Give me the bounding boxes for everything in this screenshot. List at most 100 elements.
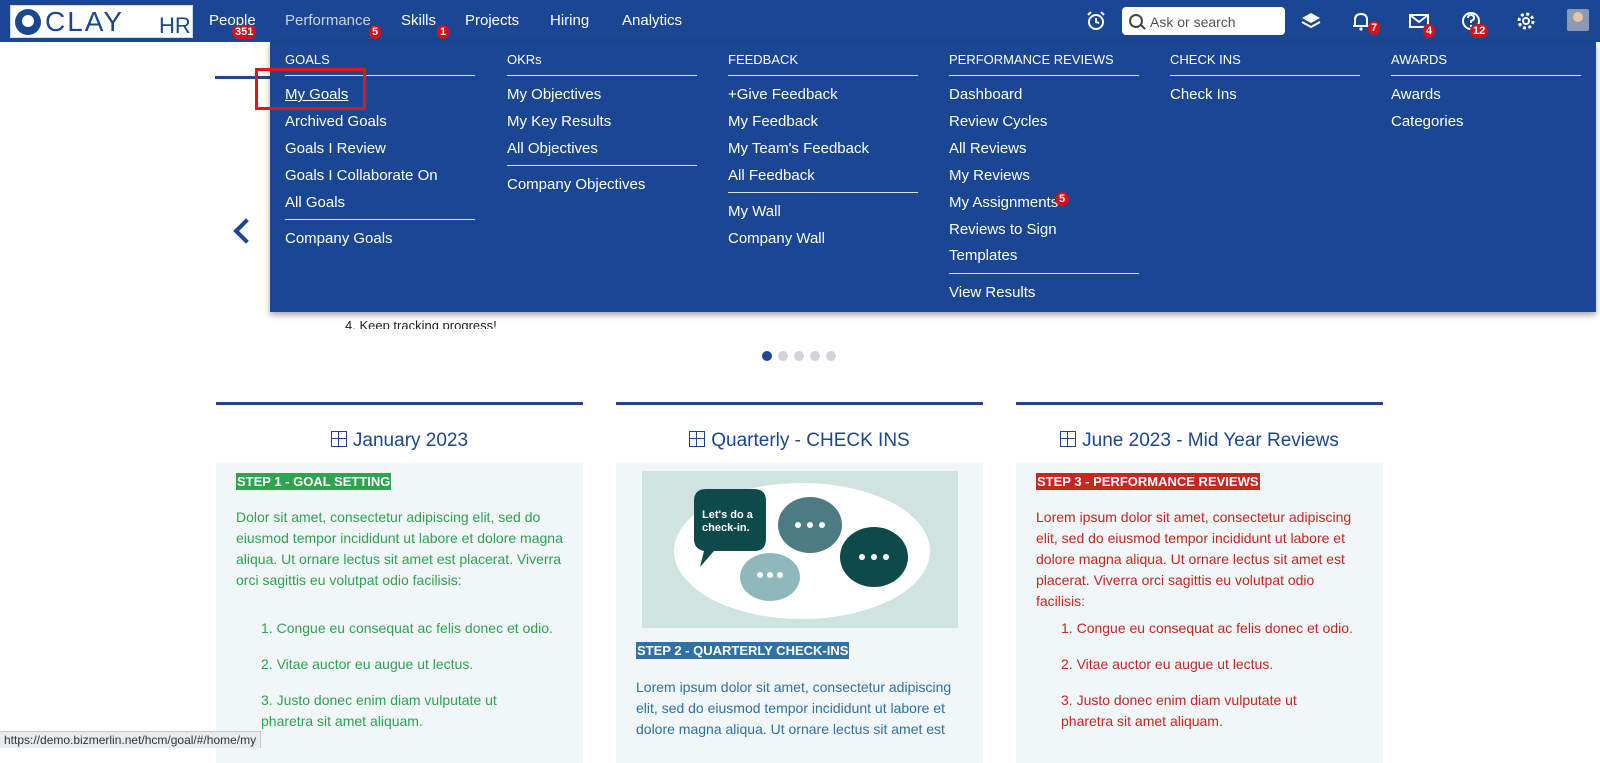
logo-mark-icon [15,9,41,35]
menu-divider [507,165,697,166]
card-body: STEP 1 - GOAL SETTING Dolor sit amet, co… [216,463,583,763]
card-title: January 2023 [216,430,583,452]
menu-item-my-wall[interactable]: My Wall [728,203,781,220]
menu-divider [728,75,918,76]
alarm-clock-icon[interactable] [1085,10,1107,32]
menu-item-awards[interactable]: Awards [1391,86,1441,103]
status-bar-url: https://demo.bizmerlin.net/hcm/goal/#/ho… [0,731,262,748]
menu-item-all-objectives[interactable]: All Objectives [507,140,598,157]
step-label: STEP 1 - GOAL SETTING [236,473,392,490]
menu-item-my-teams-feedback[interactable]: My Team's Feedback [728,140,869,157]
list-number: 1. [261,620,277,636]
menu-item-archived-goals[interactable]: Archived Goals [285,113,387,130]
menu-item-all-reviews[interactable]: All Reviews [949,140,1027,157]
menu-item-view-results[interactable]: View Results [949,284,1035,301]
card-january: January 2023 STEP 1 - GOAL SETTING Dolor… [216,402,583,763]
user-avatar[interactable] [1567,9,1589,31]
gear-icon[interactable] [1515,10,1537,32]
nav-skills[interactable]: Skills [401,12,436,29]
performance-mega-menu: GOALS My Goals Archived Goals Goals I Re… [270,42,1596,312]
card-title: June 2023 - Mid Year Reviews [1016,430,1383,452]
my-assignments-badge: 5 [1055,192,1070,206]
card-top-rule [216,402,583,405]
nav-analytics[interactable]: Analytics [622,12,682,29]
list-item: 2. Vitae auctor eu augue ut lectus. [261,654,561,675]
nav-people-badge: 351 [232,25,257,39]
menu-divider [1391,75,1581,76]
menu-item-all-feedback[interactable]: All Feedback [728,167,815,184]
list-item: 1. Congue eu consequat ac felis donec et… [261,618,561,639]
menu-item-reviews-to-sign[interactable]: Reviews to Sign [949,221,1057,238]
menu-item-my-assignments[interactable]: My Assignments [949,194,1058,211]
menu-item-company-wall[interactable]: Company Wall [728,230,825,247]
layers-icon[interactable] [1300,10,1322,32]
search-box [1122,7,1285,35]
check-in-illustration [642,471,958,628]
card-body: STEP 3 - PERFORMANCE REVIEWS Lorem ipsum… [1016,463,1383,763]
table-icon [689,431,706,447]
logo-text: CLAY [45,6,125,37]
nav-hiring[interactable]: Hiring [550,12,589,29]
card-paragraph: Dolor sit amet, consectetur adipiscing e… [236,509,563,588]
top-navigation-bar: CLAY HR People 351 Performance 5 Skills … [0,0,1600,42]
carousel-dot[interactable] [778,351,788,361]
menu-heading-check-ins: CHECK INS [1170,52,1241,67]
search-icon [1129,14,1143,28]
step-label: STEP 3 - PERFORMANCE REVIEWS [1036,473,1260,490]
carousel-peek-text: 4. Keep tracking progress! [345,318,497,329]
illustration-caption: Let's do a check-in. [702,509,753,534]
menu-item-dashboard[interactable]: Dashboard [949,86,1022,103]
card-title: Quarterly - CHECK INS [616,430,983,452]
list-number: 2. [1061,656,1077,672]
card-paragraph: Lorem ipsum dolor sit amet, consectetur … [636,679,952,737]
carousel-dot[interactable] [762,351,772,361]
list-number: 3. [1061,692,1077,708]
menu-item-my-feedback[interactable]: My Feedback [728,113,818,130]
menu-item-check-ins[interactable]: Check Ins [1170,86,1237,103]
menu-item-goals-i-review[interactable]: Goals I Review [285,140,386,157]
menu-item-goals-i-collaborate-on[interactable]: Goals I Collaborate On [285,167,438,184]
card-june: June 2023 - Mid Year Reviews STEP 3 - PE… [1016,402,1383,763]
menu-item-my-reviews[interactable]: My Reviews [949,167,1030,184]
help-badge: 12 [1470,24,1489,38]
step-label: STEP 2 - QUARTERLY CHECK-INS [636,642,850,659]
menu-heading-feedback: FEEDBACK [728,52,799,67]
carousel-dot[interactable] [794,351,804,361]
menu-divider [285,219,475,220]
menu-item-my-key-results[interactable]: My Key Results [507,113,611,130]
list-item-text: Vitae auctor eu augue ut lectus. [276,656,474,672]
menu-item-company-objectives[interactable]: Company Objectives [507,176,645,193]
menu-divider [949,75,1139,76]
menu-divider [949,273,1139,274]
menu-heading-okrs: OKRs [507,52,542,67]
menu-item-company-goals[interactable]: Company Goals [285,230,393,247]
list-item-text: Justo donec enim diam vulputate ut phare… [1061,692,1297,729]
nav-projects[interactable]: Projects [465,12,519,29]
carousel-prev-icon[interactable] [233,218,259,244]
menu-item-give-feedback[interactable]: +Give Feedback [728,86,838,103]
search-input[interactable] [1148,11,1282,33]
list-item-text: Congue eu consequat ac felis donec et od… [276,620,553,636]
table-icon [330,431,347,447]
menu-item-categories[interactable]: Categories [1391,113,1464,130]
nav-skills-badge: 1 [437,25,450,39]
menu-item-templates[interactable]: Templates [949,247,1017,264]
menu-divider [1170,75,1360,76]
carousel-dot[interactable] [826,351,836,361]
menu-heading-awards: AWARDS [1391,52,1448,67]
menu-heading-goals: GOALS [285,52,330,67]
nav-performance[interactable]: Performance [285,12,371,29]
clayhr-logo[interactable]: CLAY HR [10,5,193,38]
carousel-dot[interactable] [810,351,820,361]
card-top-rule [1016,402,1383,405]
nav-performance-badge: 5 [369,25,382,39]
notifications-badge: 7 [1368,21,1381,35]
card-paragraph: Lorem ipsum dolor sit amet, consectetur … [1036,509,1352,609]
list-item: 2. Vitae auctor eu augue ut lectus. [1061,654,1361,675]
menu-item-review-cycles[interactable]: Review Cycles [949,113,1047,130]
menu-divider [728,192,918,193]
card-title-text: January 2023 [352,430,469,451]
menu-item-all-goals[interactable]: All Goals [285,194,345,211]
menu-item-my-objectives[interactable]: My Objectives [507,86,601,103]
menu-heading-performance-reviews: PERFORMANCE REVIEWS [949,52,1114,67]
